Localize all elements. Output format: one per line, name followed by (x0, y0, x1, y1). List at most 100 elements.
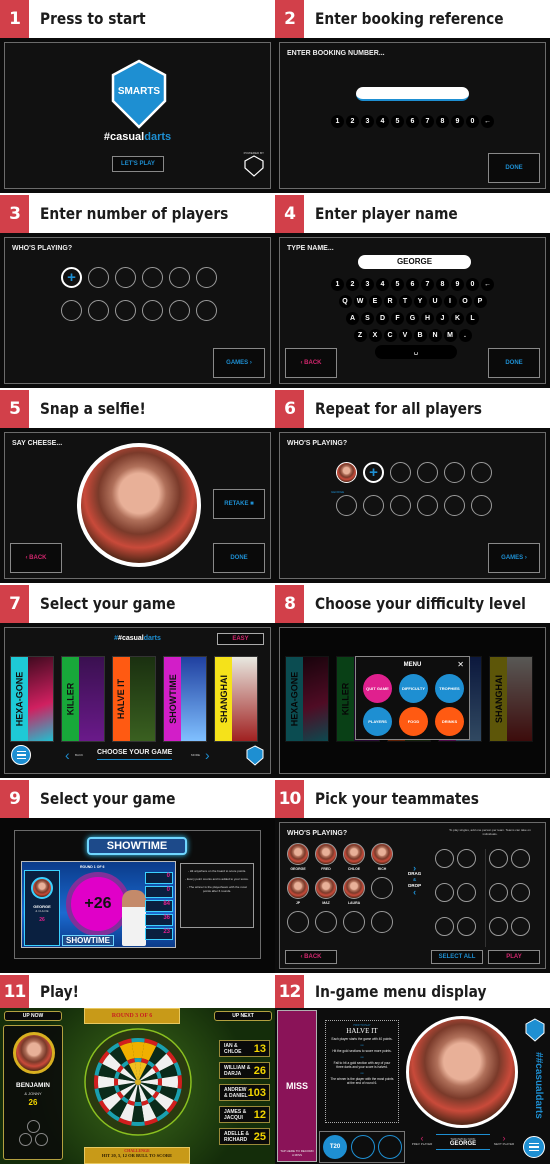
empty-player-slot[interactable] (196, 300, 217, 321)
empty-player-slot[interactable] (88, 300, 109, 321)
next-player-button[interactable]: › NEXT PLAYER (493, 1134, 515, 1147)
done-button[interactable]: DONE (488, 348, 540, 378)
key[interactable]: . (458, 329, 472, 342)
team-slot[interactable] (435, 883, 454, 902)
games-button[interactable]: GAMES › (213, 348, 265, 378)
key[interactable]: C (383, 329, 397, 342)
empty-player-slot[interactable] (417, 495, 438, 516)
name-input[interactable]: GEORGE (358, 255, 471, 269)
menu-button[interactable] (523, 1136, 545, 1158)
select-all-button[interactable]: SELECT ALL (431, 950, 483, 964)
menu-button[interactable] (11, 745, 31, 765)
empty-player-slot[interactable] (336, 495, 357, 516)
key[interactable]: Y (413, 295, 427, 308)
key[interactable]: 2 (346, 278, 359, 291)
key[interactable]: ← (481, 115, 494, 128)
key[interactable]: K (451, 312, 464, 325)
back-label[interactable]: BACK (75, 753, 83, 757)
menu-item-drinks[interactable]: DRINKS (435, 707, 464, 736)
key[interactable]: 6 (406, 278, 419, 291)
booking-number-input[interactable] (356, 87, 469, 101)
back-button[interactable]: ‹ BACK (285, 348, 337, 378)
empty-player-slot[interactable] (115, 300, 136, 321)
empty-player-slot[interactable] (417, 462, 438, 483)
menu-item-quit-game[interactable]: QUIT GAME (363, 674, 392, 703)
player-avatar[interactable] (371, 843, 393, 865)
key[interactable]: X (368, 329, 382, 342)
done-button[interactable]: DONE (488, 153, 540, 183)
game-card[interactable]: KILLER (61, 656, 105, 742)
key[interactable]: 4 (376, 278, 389, 291)
back-button[interactable]: ‹ BACK (285, 950, 337, 964)
empty-player-slot[interactable] (142, 300, 163, 321)
key[interactable]: 9 (451, 115, 464, 128)
player-avatar[interactable] (287, 843, 309, 865)
key[interactable]: O (458, 295, 472, 308)
empty-player-slot[interactable] (287, 911, 309, 933)
difficulty-button[interactable]: EASY (217, 633, 264, 645)
retake-button[interactable]: RETAKE ■ (213, 489, 265, 519)
key[interactable]: I (443, 295, 457, 308)
empty-player-slot[interactable] (471, 462, 492, 483)
player-avatar[interactable] (315, 843, 337, 865)
game-card[interactable]: HEXA-GONE (10, 656, 54, 742)
key[interactable]: 6 (406, 115, 419, 128)
key[interactable]: T (398, 295, 412, 308)
more-nav[interactable]: › (205, 747, 210, 763)
player-avatar[interactable] (336, 462, 357, 483)
empty-player-slot[interactable] (371, 911, 393, 933)
key[interactable]: 1 (331, 278, 344, 291)
key[interactable]: G (406, 312, 419, 325)
back-nav[interactable]: ‹ (65, 747, 70, 763)
empty-player-slot[interactable] (371, 877, 393, 899)
empty-player-slot[interactable] (390, 495, 411, 516)
key[interactable]: E (368, 295, 382, 308)
team-slot[interactable] (511, 883, 530, 902)
add-player-button[interactable]: + (61, 267, 82, 288)
team-slot[interactable] (511, 917, 530, 936)
more-label[interactable]: MORE (191, 753, 200, 757)
key[interactable]: 4 (376, 115, 389, 128)
key[interactable]: 0 (466, 278, 479, 291)
space-key[interactable]: ␣ (375, 345, 457, 359)
close-icon[interactable]: ✕ (457, 660, 464, 669)
empty-player-slot[interactable] (142, 267, 163, 288)
key[interactable]: H (421, 312, 434, 325)
key[interactable]: 5 (391, 115, 404, 128)
dart-3-icon[interactable] (378, 1135, 402, 1159)
key[interactable]: 8 (436, 278, 449, 291)
team-slot[interactable] (457, 849, 476, 868)
key[interactable]: 7 (421, 278, 434, 291)
dart-2-icon[interactable] (351, 1135, 375, 1159)
key[interactable]: 5 (391, 278, 404, 291)
team-slot[interactable] (489, 917, 508, 936)
key[interactable]: 9 (451, 278, 464, 291)
key[interactable]: A (346, 312, 359, 325)
empty-player-slot[interactable] (390, 462, 411, 483)
team-slot[interactable] (457, 883, 476, 902)
empty-player-slot[interactable] (169, 267, 190, 288)
team-slot[interactable] (489, 849, 508, 868)
key[interactable]: Z (353, 329, 367, 342)
miss-button[interactable]: MISS TAP HERE TO RECORD A MISS (277, 1010, 317, 1162)
key[interactable]: V (398, 329, 412, 342)
key[interactable]: 0 (466, 115, 479, 128)
menu-item-difficulty[interactable]: DIFFICULTY (399, 674, 428, 703)
key[interactable]: L (466, 312, 479, 325)
dart-1-score[interactable]: T20 (323, 1135, 347, 1159)
empty-player-slot[interactable] (88, 267, 109, 288)
empty-player-slot[interactable] (471, 495, 492, 516)
player-avatar[interactable] (287, 877, 309, 899)
key[interactable]: 2 (346, 115, 359, 128)
play-button[interactable]: PLAY (488, 950, 540, 964)
game-card[interactable]: SHANGHAI (214, 656, 258, 742)
game-card[interactable]: SHOWTIME (163, 656, 207, 742)
key[interactable]: W (353, 295, 367, 308)
empty-player-slot[interactable] (444, 462, 465, 483)
key[interactable]: N (428, 329, 442, 342)
key[interactable]: 8 (436, 115, 449, 128)
menu-item-food[interactable]: FOOD (399, 707, 428, 736)
empty-player-slot[interactable] (61, 300, 82, 321)
empty-player-slot[interactable] (315, 911, 337, 933)
key[interactable]: P (473, 295, 487, 308)
